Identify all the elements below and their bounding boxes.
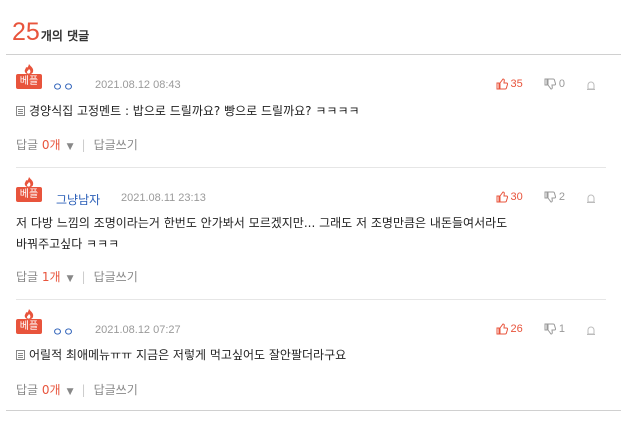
text-document-icon — [16, 106, 25, 116]
dislike-count: 1 — [558, 323, 565, 335]
reply-toggle[interactable]: 답글 1개 ▼ — [16, 268, 74, 285]
write-reply-link[interactable]: 답글쓰기 — [94, 268, 138, 285]
reply-count: 1개 — [41, 270, 61, 284]
reply-count: 0개 — [41, 383, 61, 397]
comment-actions: 답글 0개 ▼ | 답글쓰기 — [16, 136, 138, 153]
comments-section: 25개의 댓글 베플 ㅇㅇ 2021.08.12 08:43 35 0 경양식집… — [0, 0, 621, 424]
top-divider — [6, 54, 621, 55]
comment-text-line: 저 다방 느낌의 조명이라는거 한번도 안가봐서 모르겠지만... 그래도 저 … — [16, 216, 508, 230]
reply-count: 0개 — [41, 138, 61, 152]
dislike-button[interactable]: 0 — [544, 78, 565, 90]
caret-down-icon: ▼ — [66, 387, 74, 397]
like-count: 26 — [510, 323, 523, 335]
dislike-button[interactable]: 2 — [544, 191, 565, 203]
thumbs-down-icon — [544, 78, 556, 90]
action-separator: | — [81, 382, 86, 397]
dislike-count: 2 — [558, 191, 565, 203]
write-reply-link[interactable]: 답글쓰기 — [94, 381, 138, 398]
comment-body: 경양식집 고정멘트 : 밥으로 드릴까요? 빵으로 드릴까요? ㅋㅋㅋㅋ — [16, 101, 601, 122]
comment-actions: 답글 1개 ▼ | 답글쓰기 — [16, 268, 138, 285]
comment-date: 2021.08.12 07:27 — [95, 324, 181, 336]
reply-label: 답글 — [16, 383, 39, 397]
thumbs-up-icon — [496, 323, 508, 335]
comment-votes: 35 0 — [496, 78, 600, 93]
comment-text-line: 어릴적 최애메뉴ㅠㅠ 지금은 저렇게 먹고싶어도 잘안팔더라구요 — [29, 348, 347, 362]
best-reply-badge: 베플 — [16, 177, 42, 203]
like-button[interactable]: 26 — [496, 323, 523, 335]
comment-divider — [16, 167, 606, 168]
reply-label: 답글 — [16, 270, 39, 284]
caret-down-icon: ▼ — [66, 274, 74, 284]
comment-date: 2021.08.12 08:43 — [95, 79, 181, 91]
dislike-button[interactable]: 1 — [544, 323, 565, 335]
dislike-count: 0 — [558, 78, 565, 90]
comment-count: 25 — [12, 18, 40, 46]
comment-author[interactable]: ㅇㅇ — [52, 323, 74, 340]
best-reply-tag: 베플 — [16, 74, 42, 89]
comment-text-line: 바꿔주고싶다 ㅋㅋㅋ — [16, 237, 120, 251]
comment-text-line: 경양식집 고정멘트 : 밥으로 드릴까요? 빵으로 드릴까요? ㅋㅋㅋㅋ — [29, 104, 360, 118]
comment-actions: 답글 0개 ▼ | 답글쓰기 — [16, 381, 138, 398]
best-reply-tag: 베플 — [16, 187, 42, 202]
write-reply-link[interactable]: 답글쓰기 — [94, 136, 138, 153]
best-reply-badge: 베플 — [16, 64, 42, 90]
report-button[interactable] — [586, 80, 599, 90]
bottom-divider — [6, 410, 621, 411]
reply-toggle[interactable]: 답글 0개 ▼ — [16, 381, 74, 398]
comment-author[interactable]: ㅇㅇ — [52, 78, 74, 95]
siren-icon — [587, 194, 595, 203]
thumbs-down-icon — [544, 323, 556, 335]
comment-body: 어릴적 최애메뉴ㅠㅠ 지금은 저렇게 먹고싶어도 잘안팔더라구요 — [16, 345, 601, 366]
siren-icon — [587, 326, 595, 335]
action-separator: | — [81, 269, 86, 284]
best-reply-badge: 베플 — [16, 309, 42, 335]
comment-count-header: 25개의 댓글 — [12, 18, 89, 48]
comment-divider — [16, 299, 606, 300]
comment-body: 저 다방 느낌의 조명이라는거 한번도 안가봐서 모르겠지만... 그래도 저 … — [16, 213, 601, 255]
comment-date: 2021.08.11 23:13 — [121, 192, 206, 204]
thumbs-up-icon — [496, 191, 508, 203]
like-count: 35 — [510, 78, 523, 90]
comment-count-label: 개의 댓글 — [40, 29, 90, 43]
like-button[interactable]: 35 — [496, 78, 523, 90]
best-reply-tag: 베플 — [16, 319, 42, 334]
thumbs-down-icon — [544, 191, 556, 203]
thumbs-up-icon — [496, 78, 508, 90]
action-separator: | — [81, 137, 86, 152]
comment-votes: 26 1 — [496, 323, 600, 338]
caret-down-icon: ▼ — [66, 142, 74, 152]
like-button[interactable]: 30 — [496, 191, 523, 203]
reply-toggle[interactable]: 답글 0개 ▼ — [16, 136, 74, 153]
comment-author[interactable]: 그냥남자 — [56, 191, 100, 208]
reply-label: 답글 — [16, 138, 39, 152]
comment-votes: 30 2 — [496, 191, 600, 206]
report-button[interactable] — [586, 325, 599, 335]
siren-icon — [587, 81, 595, 90]
like-count: 30 — [510, 191, 523, 203]
text-document-icon — [16, 350, 25, 360]
report-button[interactable] — [586, 193, 599, 203]
